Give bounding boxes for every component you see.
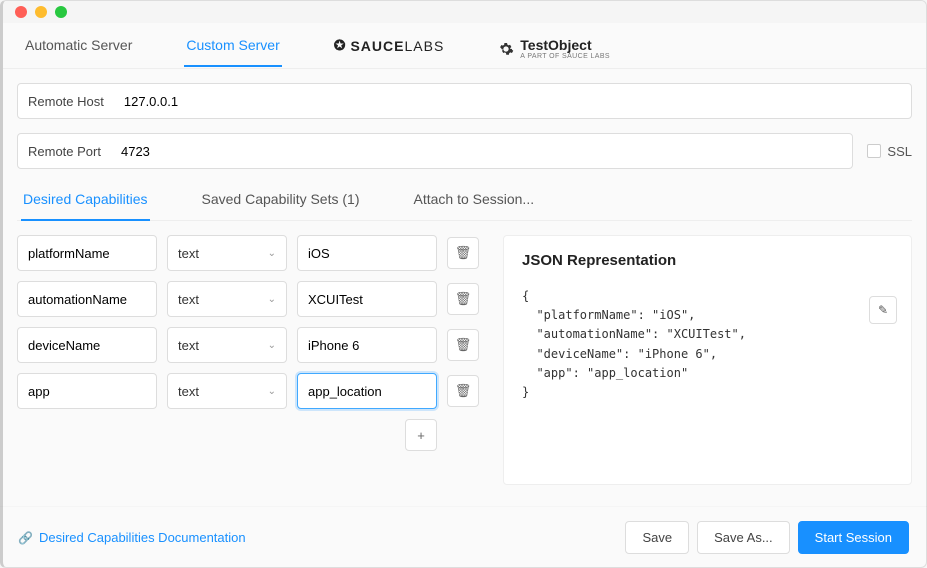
footer: 🔗 Desired Capabilities Documentation Sav… [0, 506, 927, 568]
capability-value-input[interactable] [297, 235, 437, 271]
tab-testobject[interactable]: TestObject A PART OF SAUCE LABS [496, 33, 612, 72]
chevron-down-icon: ⌄ [268, 340, 276, 351]
delete-capability-button[interactable]: 🗑 [447, 283, 479, 315]
app-window: Automatic Server Custom Server ✪ SAUCELA… [0, 0, 927, 568]
json-title: JSON Representation [522, 252, 893, 269]
capability-row: text⌄ 🗑 [17, 327, 487, 363]
window-min-icon[interactable] [35, 6, 47, 18]
footer-buttons: Save Save As... Start Session [625, 521, 909, 554]
delete-capability-button[interactable]: 🗑 [447, 329, 479, 361]
window-max-icon[interactable] [55, 6, 67, 18]
titlebar [3, 1, 926, 23]
capability-name-input[interactable] [17, 327, 157, 363]
delete-capability-button[interactable]: 🗑 [447, 375, 479, 407]
trash-icon: 🗑 [455, 245, 472, 261]
add-capability-button[interactable]: + [405, 419, 437, 451]
tab-saved-capability-sets[interactable]: Saved Capability Sets (1) [200, 183, 362, 220]
remote-port-field: Remote Port [17, 133, 853, 169]
ssl-checkbox-group: SSL [867, 144, 912, 159]
ssl-checkbox[interactable] [867, 144, 881, 158]
capabilities-body: text⌄ 🗑 text⌄ 🗑 text⌄ 🗑 text⌄ 🗑 + JSON R… [17, 235, 912, 485]
ssl-label: SSL [887, 144, 912, 159]
saucelabs-icon: ✪ [334, 37, 347, 54]
delete-capability-button[interactable]: 🗑 [447, 237, 479, 269]
trash-icon: 🗑 [455, 291, 472, 307]
tab-desired-capabilities[interactable]: Desired Capabilities [21, 183, 150, 221]
remote-host-field: Remote Host [17, 83, 912, 119]
chevron-down-icon: ⌄ [268, 386, 276, 397]
server-tabs: Automatic Server Custom Server ✪ SAUCELA… [3, 23, 926, 69]
trash-icon: 🗑 [455, 337, 472, 353]
plus-icon: + [417, 428, 425, 443]
tab-automatic-server[interactable]: Automatic Server [23, 33, 134, 65]
save-as-button[interactable]: Save As... [697, 521, 790, 554]
remote-host-input[interactable] [114, 84, 911, 118]
capability-value-input[interactable] [297, 373, 437, 409]
gear-icon [498, 41, 514, 57]
capability-type-select[interactable]: text⌄ [167, 281, 287, 317]
capability-row: text⌄ 🗑 [17, 281, 487, 317]
capability-name-input[interactable] [17, 281, 157, 317]
link-icon: 🔗 [18, 531, 33, 545]
remote-host-label: Remote Host [18, 94, 114, 109]
start-session-button[interactable]: Start Session [798, 521, 909, 554]
tab-attach-session[interactable]: Attach to Session... [411, 183, 536, 220]
tab-custom-server[interactable]: Custom Server [184, 33, 281, 67]
save-button[interactable]: Save [625, 521, 689, 554]
remote-port-input[interactable] [111, 134, 852, 168]
capability-value-input[interactable] [297, 281, 437, 317]
trash-icon: 🗑 [455, 383, 472, 399]
remote-port-label: Remote Port [18, 144, 111, 159]
tab-saucelabs[interactable]: ✪ SAUCELABS [332, 33, 447, 66]
capability-name-input[interactable] [17, 373, 157, 409]
window-close-icon[interactable] [15, 6, 27, 18]
edit-json-button[interactable]: ✎ [869, 296, 897, 324]
chevron-down-icon: ⌄ [268, 248, 276, 259]
capability-type-select[interactable]: text⌄ [167, 373, 287, 409]
json-representation-panel: JSON Representation ✎ { "platformName": … [503, 235, 912, 485]
capability-tabs: Desired Capabilities Saved Capability Se… [17, 183, 912, 221]
chevron-down-icon: ⌄ [268, 294, 276, 305]
capabilities-grid: text⌄ 🗑 text⌄ 🗑 text⌄ 🗑 text⌄ 🗑 + [17, 235, 487, 485]
content-area: Remote Host Remote Port SSL Desired Capa… [3, 69, 926, 485]
json-body: { "platformName": "iOS", "automationName… [522, 287, 893, 402]
capability-row: text⌄ 🗑 [17, 235, 487, 271]
capability-row: text⌄ 🗑 [17, 373, 487, 409]
capability-type-select[interactable]: text⌄ [167, 327, 287, 363]
capability-name-input[interactable] [17, 235, 157, 271]
capability-value-input[interactable] [297, 327, 437, 363]
capability-type-select[interactable]: text⌄ [167, 235, 287, 271]
docs-link[interactable]: 🔗 Desired Capabilities Documentation [18, 530, 246, 545]
